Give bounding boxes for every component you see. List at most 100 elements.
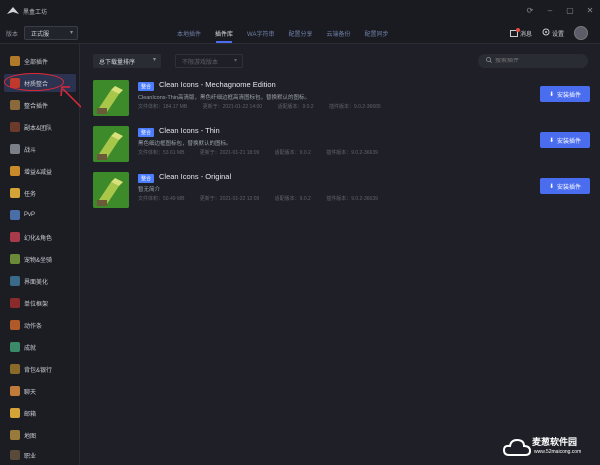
sidebar-item-action-bar[interactable]: 动作条 [4, 316, 76, 334]
version-selected-value: 正式服 [31, 31, 50, 38]
watermark-title: 麦葱软件园 [532, 438, 578, 448]
tab-cloud-backup[interactable]: 云端备份 [320, 22, 358, 44]
plugin-name[interactable]: Clean Icons - Original [159, 172, 231, 181]
sidebar-item-mail[interactable]: 邮箱 [4, 404, 76, 422]
plugin-name[interactable]: Clean Icons - Mechagnome Edition [159, 80, 276, 89]
messages-button[interactable]: 消息 [509, 27, 532, 38]
sidebar-item-ui-beautify[interactable]: 界面美化 [4, 272, 76, 290]
settings-button[interactable]: 设置 [542, 28, 564, 38]
tab-config-sync[interactable]: 配置同步 [358, 22, 396, 44]
avatar[interactable] [574, 26, 588, 40]
map-icon [10, 430, 20, 440]
version-label: 版本 [6, 32, 19, 38]
title-bar: 黑盒工坊 ⟳ – ▢ ✕ [0, 0, 600, 22]
download-icon: ⬇ [548, 137, 554, 144]
sidebar-item-buff-debuff[interactable]: 增益&减益 [4, 162, 76, 180]
minimize-icon[interactable]: – [544, 4, 556, 16]
sidebar-item-chat[interactable]: 聊天 [4, 382, 76, 400]
tab-local-plugins[interactable]: 本地插件 [170, 22, 208, 44]
install-label: 安装插件 [557, 138, 582, 145]
tab-plugin-library[interactable]: 插件库 [208, 22, 240, 44]
sidebar-item-unit-frames[interactable]: 单位框架 [4, 294, 76, 312]
plugin-updated: 更新于：2021-01-21 18:09 [199, 150, 260, 156]
class-icon [10, 450, 20, 460]
tab-wa-strings[interactable]: WA字符串 [240, 22, 281, 44]
install-button[interactable]: ⬇ 安装插件 [540, 178, 590, 194]
sidebar-item-label: 背包&银行 [24, 367, 53, 374]
transmog-icon [10, 232, 20, 242]
sidebar-item-pvp[interactable]: PvP [4, 206, 76, 224]
version-select[interactable]: 正式服 ▾ [24, 26, 78, 40]
sidebar-item-label: 战斗 [24, 147, 37, 154]
plugin-meta: 文件体积：184.17 MB 更新于：2021-01-22 14:00 适配版本… [138, 103, 395, 110]
download-icon: ⬇ [548, 91, 554, 98]
action-bar-icon [10, 320, 20, 330]
plugin-game-version: 适配版本：9.0.2 [277, 104, 314, 110]
sidebar-item-map[interactable]: 地图 [4, 426, 76, 444]
sidebar-item-all-plugins[interactable]: 全部插件 [4, 52, 76, 70]
brush-icon [93, 126, 129, 162]
install-button[interactable]: ⬇ 安装插件 [540, 86, 590, 102]
app-title: 黑盒工坊 [23, 9, 48, 16]
plugin-card: 整合 Clean Icons - Thin 黑色细边框图标包，替换默认的图标。 … [93, 126, 590, 166]
plugin-game-version: 适配版本：9.0.2 [274, 196, 311, 202]
refresh-icon[interactable]: ⟳ [524, 4, 536, 16]
cloud-icon [502, 438, 532, 456]
sidebar-item-label: 地图 [24, 433, 37, 440]
app-logo-icon [6, 6, 20, 16]
sidebar-item-label: 邮箱 [24, 411, 37, 418]
close-icon[interactable]: ✕ [584, 4, 596, 16]
sidebar-item-combat[interactable]: 战斗 [4, 140, 76, 158]
sidebar-item-label: 聊天 [24, 389, 37, 396]
sidebar-item-label: 宠物&坐骑 [24, 257, 53, 264]
sidebar-item-achievement[interactable]: 成就 [4, 338, 76, 356]
tab-config-share[interactable]: 配置分享 [281, 22, 319, 44]
plugin-description: 黑色细边框图标包，替换默认的图标。 [138, 141, 232, 147]
tab-bar: 本地插件 插件库 WA字符串 配置分享 云端备份 配置同步 [170, 22, 396, 44]
pvp-icon [10, 210, 20, 220]
sidebar-item-class[interactable]: 职业 [4, 446, 76, 464]
top-nav: 版本 正式服 ▾ 本地插件 插件库 WA字符串 配置分享 云端备份 配置同步 消… [0, 22, 600, 44]
bag-icon [10, 364, 20, 374]
plugin-card: 整合 Clean Icons - Mechagnome Edition Clea… [93, 80, 590, 120]
plugin-size: 文件体积：50.49 MB [138, 196, 185, 202]
unit-frame-icon [10, 298, 20, 308]
plugin-description: 暂无简介 [138, 187, 161, 193]
plugin-name[interactable]: Clean Icons - Thin [159, 126, 220, 135]
game-version-filter[interactable]: 不限游戏版本 ▾ [175, 54, 243, 68]
sidebar-item-label: 增益&减益 [24, 169, 53, 176]
sort-select[interactable]: 总下载量排序 ▾ [93, 54, 161, 68]
chat-icon [10, 386, 20, 396]
sidebar-item-quest[interactable]: 任务 [4, 184, 76, 202]
sidebar-item-bag-bank[interactable]: 背包&银行 [4, 360, 76, 378]
sidebar-item-dungeon-raid[interactable]: 副本&团队 [4, 118, 76, 136]
search-input[interactable] [495, 58, 575, 64]
sidebar-item-label: 单位框架 [24, 301, 49, 308]
chevron-down-icon: ▾ [152, 57, 156, 63]
sidebar-item-label: 成就 [24, 345, 37, 352]
plugin-meta: 文件体积：50.49 MB 更新于：2021-01-22 12:09 适配版本：… [138, 195, 392, 202]
header-tools: 消息 设置 [509, 22, 600, 44]
sidebar-item-label: 整合插件 [24, 103, 49, 110]
pet-icon [10, 254, 20, 264]
combat-icon [10, 144, 20, 154]
gear-icon [542, 28, 550, 38]
plugin-game-version: 适配版本：9.0.2 [274, 150, 311, 156]
sidebar-item-pet-mount[interactable]: 宠物&坐骑 [4, 250, 76, 268]
sidebar-item-label: 副本&团队 [24, 125, 53, 132]
achievement-icon [10, 342, 20, 352]
dungeon-icon [10, 122, 20, 132]
plugin-meta: 文件体积：53.61 MB 更新于：2021-01-21 18:09 适配版本：… [138, 149, 392, 156]
sidebar-item-label: 任务 [24, 191, 37, 198]
brush-icon [93, 80, 129, 116]
notification-dot [515, 27, 520, 32]
search-box[interactable] [478, 54, 588, 68]
plugin-badge: 整合 [138, 174, 155, 183]
sidebar-item-transmog[interactable]: 幻化&角色 [4, 228, 76, 246]
install-button[interactable]: ⬇ 安装插件 [540, 132, 590, 148]
maximize-icon[interactable]: ▢ [564, 4, 576, 16]
ui-icon [10, 276, 20, 286]
mail-icon [10, 408, 20, 418]
wow-logo-icon [10, 56, 20, 66]
message-icon [509, 27, 520, 37]
